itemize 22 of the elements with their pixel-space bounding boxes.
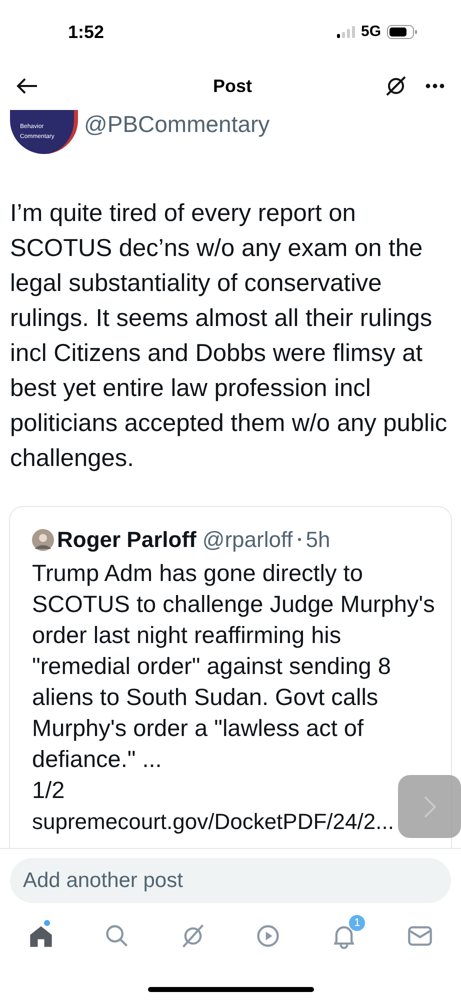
compose-field[interactable]: Add another post	[10, 858, 451, 903]
quote-author-name: Roger Parloff	[57, 526, 196, 554]
post-text: I’m quite tired of every report on SCOTUS dec’ns w/o any exam on the legal substantiality of conservative rulings. It seems almost all their rulings incl Citizens and Dobbs were flimsy at best yet entire law profession incl politicians accepted them w/o any public challenges.	[9, 199, 448, 474]
play-icon	[255, 923, 282, 949]
quote-link: supremecourt.gov/DocketPDF/24/2...	[32, 808, 394, 836]
quote-text: Trump Adm has gone directly to SCOTUS to challenge Judge Murphy's order last night reaffirming his "remedial order" against sending 8 aliens to South Sudan. Govt calls Murphy's order a "lawless act of defiance." ...	[32, 559, 436, 774]
more-icon[interactable]	[424, 83, 445, 89]
signal-icon	[336, 26, 355, 38]
chevron-icon	[424, 796, 436, 818]
quote-time: 5h	[306, 526, 330, 554]
quote-author-handle: @rparloff	[202, 526, 293, 554]
quote-counter: 1/2	[32, 776, 66, 805]
search-icon	[104, 923, 130, 949]
header-title: Post	[212, 74, 252, 98]
avatar-icon	[32, 528, 54, 550]
slashed-circle-icon	[180, 923, 206, 949]
notification-badge: 1	[349, 915, 366, 931]
status-time: 1:52	[68, 20, 104, 44]
author-handle: @PBCommentary	[84, 110, 270, 138]
battery-icon	[387, 25, 417, 39]
network-label: 5G	[360, 22, 381, 42]
slashed-circle-icon[interactable]	[384, 75, 407, 97]
